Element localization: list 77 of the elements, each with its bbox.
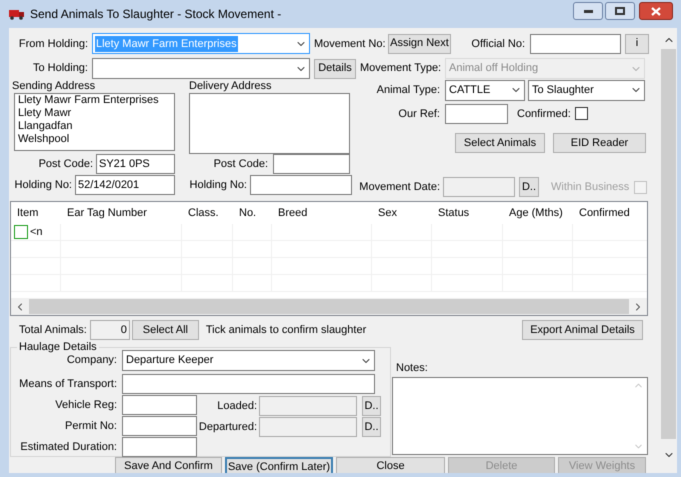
field-label: Animal Type: — [376, 83, 440, 98]
input-field[interactable] — [445, 104, 508, 124]
push-button[interactable]: Export Animal Details — [522, 320, 643, 340]
table-cell-text: <n — [30, 225, 43, 240]
column-header[interactable]: Class. — [188, 207, 219, 220]
group-title: Haulage Details — [18, 341, 98, 354]
input-field[interactable]: 52/142/0201 — [75, 175, 175, 196]
close-button[interactable] — [639, 2, 673, 20]
field-label: Delivery Address — [189, 80, 273, 94]
push-button[interactable]: i — [625, 34, 649, 54]
field-label: Official No: — [471, 36, 525, 52]
field-label: Company: — [66, 353, 117, 368]
field-label: Estimated Duration: — [19, 440, 117, 455]
column-header[interactable]: Item — [17, 207, 38, 220]
field-label: Movement No: — [314, 36, 386, 52]
window-title: Send Animals To Slaughter - Stock Movement - — [30, 6, 282, 23]
column-header[interactable]: No. — [239, 207, 256, 220]
field-label: Post Code: — [38, 157, 93, 172]
dropdown-field[interactable]: Departure Keeper — [122, 350, 375, 371]
push-button[interactable]: Assign Next — [388, 34, 451, 54]
dropdown-field[interactable] — [92, 58, 310, 80]
push-button[interactable]: Details — [314, 58, 356, 79]
input-field[interactable] — [273, 154, 350, 174]
field-label: Within Business — [551, 180, 630, 196]
input-field[interactable] — [122, 437, 197, 457]
address-line: Llangadfan — [18, 120, 74, 134]
field-label: Total Animals: — [19, 322, 87, 338]
hint-text: Tick animals to confirm slaughter — [206, 322, 366, 338]
column-header[interactable]: Sex — [378, 207, 397, 220]
column-header[interactable]: Age (Mths) — [509, 207, 563, 220]
field-label: To Holding: — [32, 61, 88, 76]
field-label: Permit No: — [64, 418, 117, 434]
field-label: Means of Transport: — [18, 376, 117, 392]
checkbox[interactable] — [574, 107, 588, 120]
address-box[interactable] — [189, 93, 350, 154]
field-label: Confirmed: — [517, 106, 571, 122]
address-line: Welshpool — [18, 133, 70, 146]
maximize-button[interactable] — [605, 2, 635, 20]
column-header[interactable]: Status — [438, 207, 470, 220]
field-label: From Holding: — [18, 36, 88, 52]
field-label: Holding No: — [188, 178, 247, 194]
push-button[interactable]: Close — [336, 457, 445, 473]
push-button[interactable]: Select Animals — [455, 133, 545, 154]
push-button[interactable]: Save And Confirm — [115, 457, 222, 473]
field-label: Loaded: — [216, 398, 257, 414]
push-button[interactable]: Select All — [132, 320, 199, 340]
input-field[interactable] — [122, 416, 197, 436]
input-field[interactable] — [122, 374, 375, 394]
dropdown-field[interactable]: CATTLE — [445, 80, 525, 101]
field-label: Notes: — [396, 362, 429, 375]
field-label: Post Code: — [212, 157, 268, 172]
address-line: Llety Mawr — [18, 107, 72, 120]
dropdown-field[interactable]: To Slaughter — [528, 80, 645, 101]
input-field[interactable] — [250, 175, 352, 196]
field-label: Sending Address — [12, 80, 96, 94]
horizontal-scrollbar[interactable] — [11, 298, 647, 315]
field-label: Our Ref: — [397, 106, 440, 122]
address-line: Llety Mawr Farm Enterprises — [18, 94, 160, 108]
field-label: Departured: — [198, 420, 257, 435]
input-field[interactable]: SY21 0PS — [96, 154, 175, 174]
field-label: Vehicle Reg: — [54, 398, 117, 413]
column-header[interactable]: Confirmed — [579, 207, 630, 220]
push-button[interactable]: EID Reader — [553, 133, 646, 154]
column-header[interactable]: Ear Tag Number — [67, 207, 147, 220]
field-label: Holding No: — [14, 178, 72, 194]
truck-icon — [9, 8, 25, 20]
address-box[interactable]: Llety Mawr Farm Enterprises Llety Mawr Llangadfan Welshpool — [14, 93, 175, 152]
minimize-button[interactable] — [573, 2, 603, 20]
checkbox[interactable] — [14, 225, 28, 240]
field-label: Movement Date: — [358, 180, 440, 196]
push-button[interactable]: Save (Confirm Later) — [225, 457, 333, 473]
close-icon — [651, 6, 661, 16]
column-header[interactable]: Breed — [278, 207, 308, 220]
input-field[interactable]: 0 — [90, 320, 130, 340]
input-field[interactable] — [530, 34, 621, 54]
vertical-scrollbar[interactable] — [660, 28, 677, 473]
input-field[interactable] — [122, 395, 197, 415]
